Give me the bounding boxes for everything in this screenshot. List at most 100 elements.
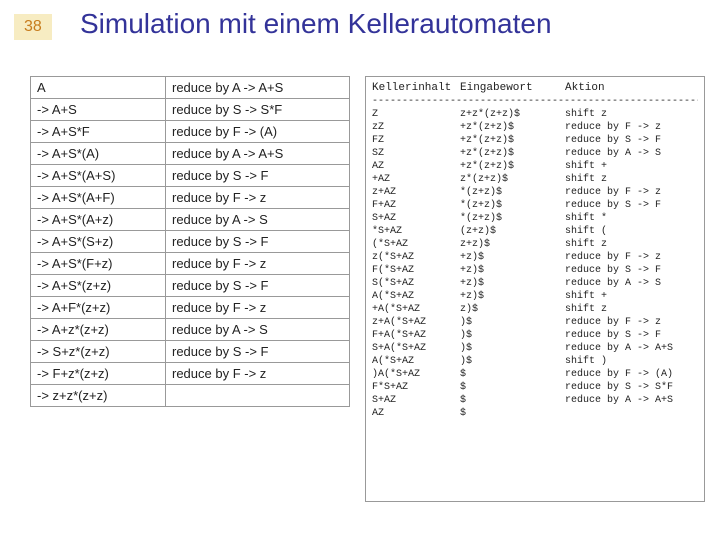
derivation-cell: -> A+z*(z+z) [31, 319, 166, 340]
action-cell: shift ( [565, 225, 698, 238]
input-cell: +z*(z+z)$ [460, 147, 565, 160]
trace-row: AZ$ [372, 407, 698, 420]
input-cell: $ [460, 394, 565, 407]
table-row: -> A+z*(z+z)reduce by A -> S [31, 319, 349, 341]
table-row: -> z+z*(z+z) [31, 385, 349, 406]
input-cell: $ [460, 407, 565, 420]
derivation-table: Areduce by A -> A+S-> A+Sreduce by S -> … [30, 76, 350, 407]
derivation-cell: -> A+S*(A+z) [31, 209, 166, 230]
action-cell: reduce by F -> z [565, 251, 698, 264]
action-cell: reduce by A -> A+S [166, 77, 349, 98]
derivation-cell: -> F+z*(z+z) [31, 363, 166, 384]
action-cell: reduce by A -> S [565, 277, 698, 290]
trace-row: F+AZ*(z+z)$reduce by S -> F [372, 199, 698, 212]
trace-row: Zz+z*(z+z)$shift z [372, 108, 698, 121]
action-cell: reduce by S -> F [565, 199, 698, 212]
action-cell: shift z [565, 238, 698, 251]
trace-row: (*S+AZz+z)$shift z [372, 238, 698, 251]
input-cell: )$ [460, 355, 565, 368]
trace-panel: Kellerinhalt Eingabewort Aktion --------… [365, 76, 705, 502]
action-cell: reduce by A -> A+S [166, 143, 349, 164]
table-row: -> S+z*(z+z)reduce by S -> F [31, 341, 349, 363]
action-cell: shift + [565, 160, 698, 173]
stack-cell: FZ [372, 134, 460, 147]
table-row: -> A+S*(z+z)reduce by S -> F [31, 275, 349, 297]
input-cell: *(z+z)$ [460, 212, 565, 225]
trace-row: FZ+z*(z+z)$reduce by S -> F [372, 134, 698, 147]
action-cell: shift * [565, 212, 698, 225]
header-action: Aktion [565, 81, 698, 95]
stack-cell: F+A(*S+AZ [372, 329, 460, 342]
trace-row: A(*S+AZ+z)$shift + [372, 290, 698, 303]
derivation-cell: A [31, 77, 166, 98]
input-cell: z+z)$ [460, 238, 565, 251]
action-cell: reduce by F -> z [565, 121, 698, 134]
header-divider: ----------------------------------------… [372, 95, 698, 108]
input-cell: *(z+z)$ [460, 186, 565, 199]
action-cell: reduce by S -> S*F [565, 381, 698, 394]
action-cell: reduce by S -> F [166, 165, 349, 186]
action-cell: reduce by F -> z [166, 363, 349, 384]
action-cell: reduce by S -> F [166, 275, 349, 296]
stack-cell: *S+AZ [372, 225, 460, 238]
input-cell: +z*(z+z)$ [460, 134, 565, 147]
derivation-cell: -> A+S*(F+z) [31, 253, 166, 274]
stack-cell: )A(*S+AZ [372, 368, 460, 381]
trace-row: S+A(*S+AZ)$reduce by A -> A+S [372, 342, 698, 355]
header-input: Eingabewort [460, 81, 565, 95]
input-cell: )$ [460, 316, 565, 329]
input-cell: $ [460, 381, 565, 394]
stack-cell: S+AZ [372, 212, 460, 225]
trace-header: Kellerinhalt Eingabewort Aktion [372, 81, 698, 95]
action-cell: reduce by F -> z [565, 316, 698, 329]
stack-cell: +AZ [372, 173, 460, 186]
input-cell: +z)$ [460, 290, 565, 303]
input-cell: +z)$ [460, 264, 565, 277]
derivation-cell: -> A+S*(S+z) [31, 231, 166, 252]
stack-cell: z+A(*S+AZ [372, 316, 460, 329]
stack-cell: S+AZ [372, 394, 460, 407]
derivation-cell: -> z+z*(z+z) [31, 385, 166, 406]
input-cell: z+z*(z+z)$ [460, 108, 565, 121]
stack-cell: z+AZ [372, 186, 460, 199]
stack-cell: SZ [372, 147, 460, 160]
stack-cell: +A(*S+AZ [372, 303, 460, 316]
stack-cell: F*S+AZ [372, 381, 460, 394]
header-stack: Kellerinhalt [372, 81, 460, 95]
table-row: -> A+S*(A+z)reduce by A -> S [31, 209, 349, 231]
action-cell: reduce by A -> S [565, 147, 698, 160]
table-row: -> A+S*(S+z)reduce by S -> F [31, 231, 349, 253]
table-row: -> A+S*(F+z)reduce by F -> z [31, 253, 349, 275]
input-cell: $ [460, 368, 565, 381]
action-cell: shift z [565, 108, 698, 121]
input-cell: +z*(z+z)$ [460, 121, 565, 134]
trace-row: A(*S+AZ)$shift ) [372, 355, 698, 368]
action-cell: reduce by A -> S [166, 319, 349, 340]
trace-row: F*S+AZ$reduce by S -> S*F [372, 381, 698, 394]
stack-cell: S+A(*S+AZ [372, 342, 460, 355]
stack-cell: A(*S+AZ [372, 290, 460, 303]
action-cell: reduce by F -> z [166, 253, 349, 274]
input-cell: *(z+z)$ [460, 199, 565, 212]
action-cell [166, 385, 349, 406]
stack-cell: AZ [372, 160, 460, 173]
trace-row: z(*S+AZ+z)$reduce by F -> z [372, 251, 698, 264]
trace-row: SZ+z*(z+z)$reduce by A -> S [372, 147, 698, 160]
stack-cell: A(*S+AZ [372, 355, 460, 368]
trace-row: S(*S+AZ+z)$reduce by A -> S [372, 277, 698, 290]
action-cell: reduce by S -> F [166, 341, 349, 362]
input-cell: +z)$ [460, 277, 565, 290]
page-number: 38 [14, 14, 52, 40]
trace-row: z+AZ*(z+z)$reduce by F -> z [372, 186, 698, 199]
trace-row: F+A(*S+AZ)$reduce by S -> F [372, 329, 698, 342]
stack-cell: zZ [372, 121, 460, 134]
input-cell: +z)$ [460, 251, 565, 264]
trace-row: S+AZ*(z+z)$shift * [372, 212, 698, 225]
action-cell: reduce by S -> S*F [166, 99, 349, 120]
stack-cell: F+AZ [372, 199, 460, 212]
action-cell: reduce by S -> F [565, 264, 698, 277]
stack-cell: AZ [372, 407, 460, 420]
action-cell: reduce by A -> A+S [565, 342, 698, 355]
table-row: -> A+Sreduce by S -> S*F [31, 99, 349, 121]
derivation-cell: -> A+S*F [31, 121, 166, 142]
